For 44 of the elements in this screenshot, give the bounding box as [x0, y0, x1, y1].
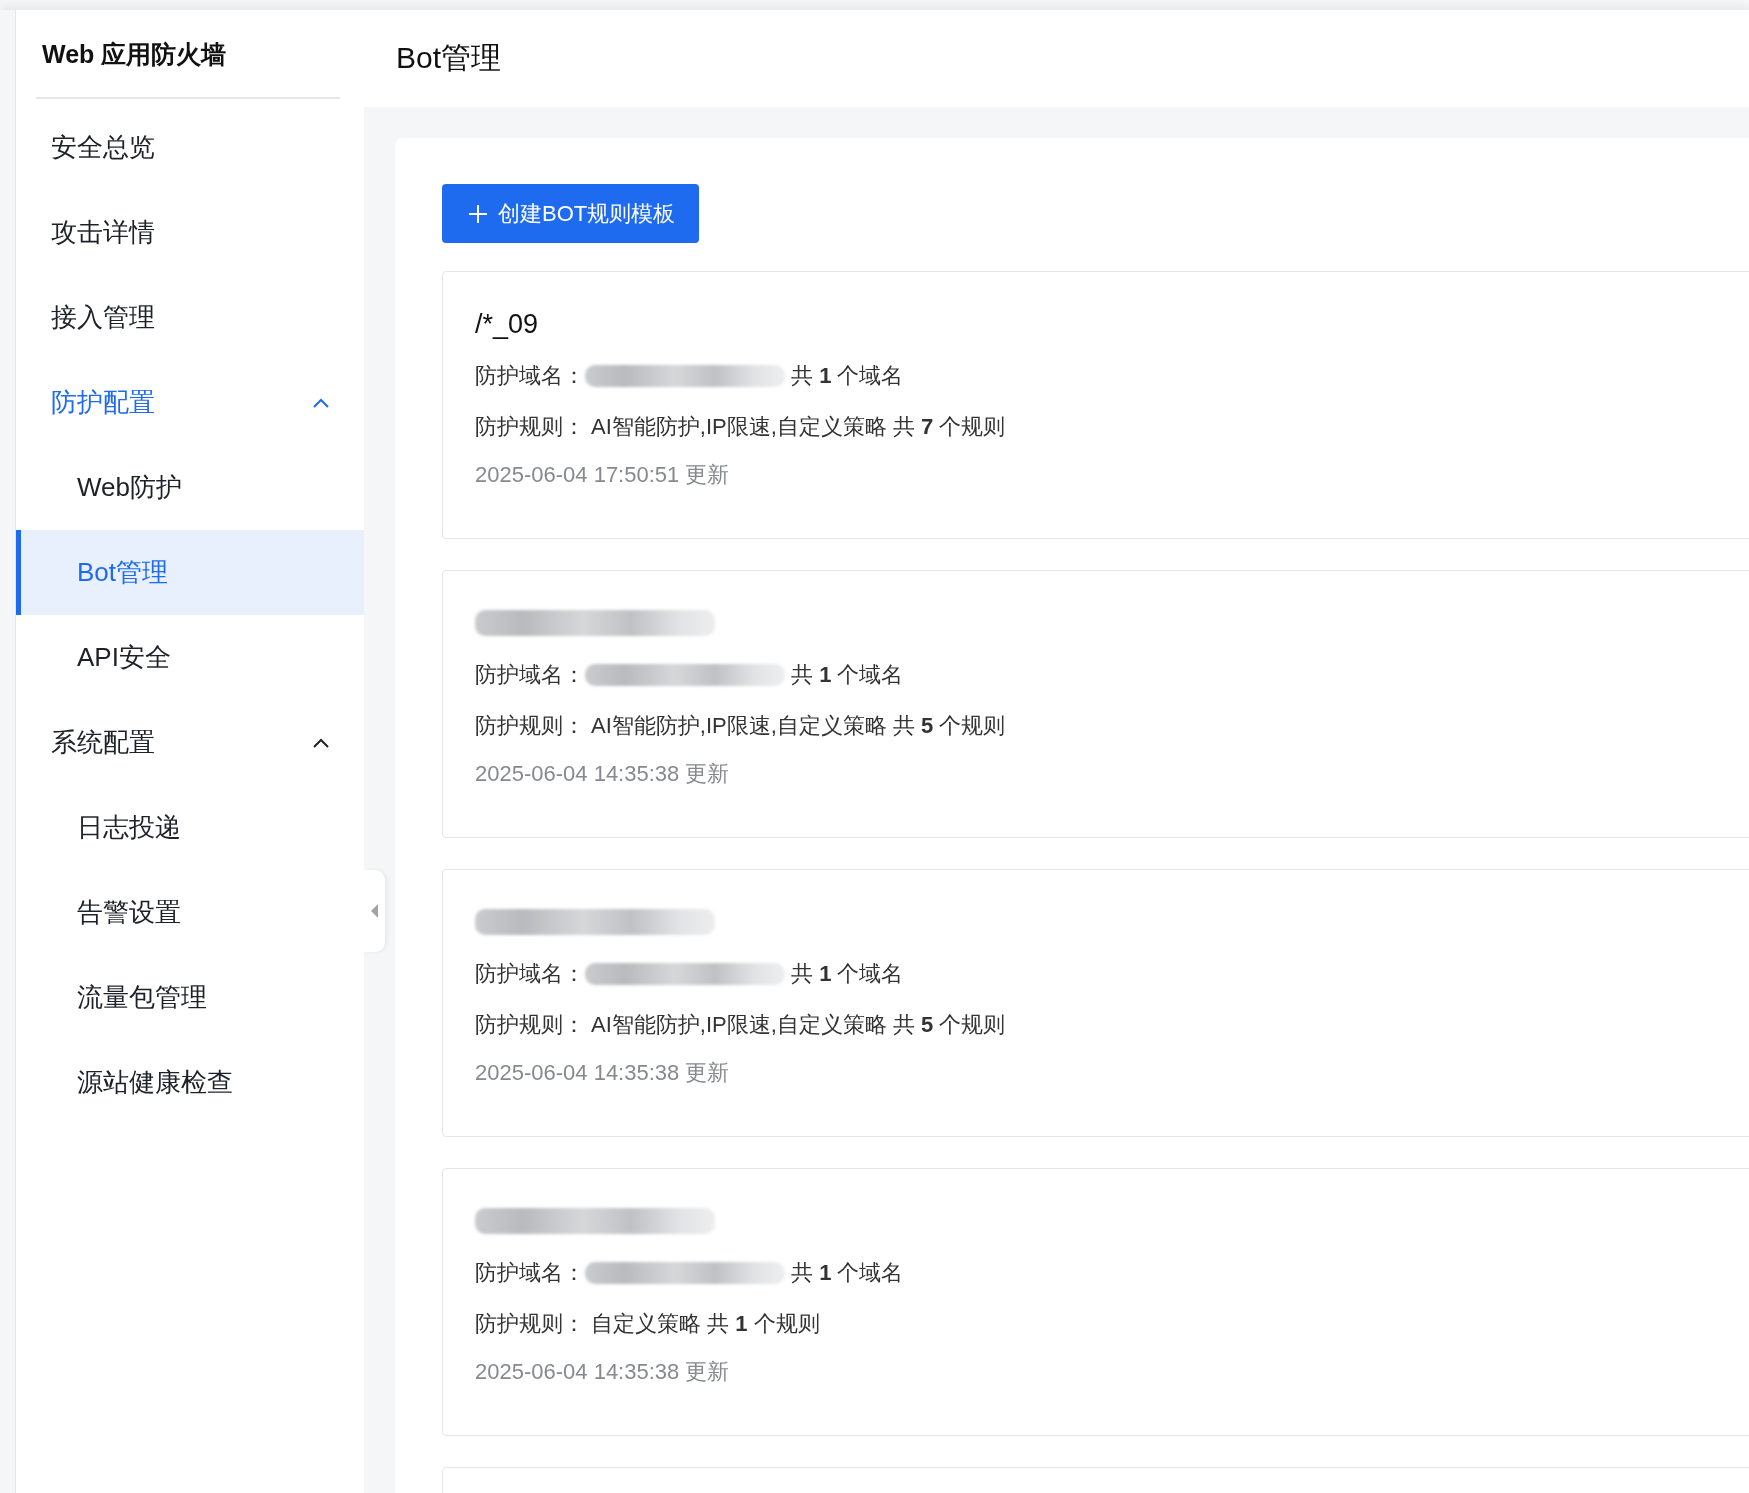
update-time: 2025-06-04 14:35:38 更新 — [475, 1358, 731, 1386]
domain-count: 共 1 个域名 — [791, 1259, 904, 1287]
collapse-handle[interactable] — [364, 870, 385, 952]
field-label: 防护域名： — [475, 362, 585, 390]
page-title: Bot管理 — [396, 40, 502, 76]
menu-item[interactable]: Bot管理 — [16, 530, 364, 615]
update-time: 2025-06-04 17:50:51 更新 — [475, 461, 731, 489]
rule-summary: AI智能防护,IP限速,自定义策略 共 7 个规则 — [591, 413, 1006, 441]
field-label: 防护规则： — [475, 1310, 585, 1338]
field-label: 防护规则： — [475, 712, 585, 740]
plus-icon — [468, 203, 488, 224]
card-title: /*_09 — [475, 308, 539, 341]
menu-item[interactable]: 系统配置 — [16, 700, 364, 785]
menu-item[interactable]: 接入管理 — [16, 275, 364, 360]
menu-item[interactable]: 告警设置 — [16, 870, 364, 955]
rule-summary: 自定义策略 共 1 个规则 — [591, 1310, 820, 1338]
field-label: 防护规则： — [475, 413, 585, 441]
domain-count: 共 1 个域名 — [791, 362, 904, 390]
rule-card[interactable]: /*_09 防护域名： 共 1 个域名 防护规则： AI智能防护,IP限速,自定义策略 共 7 个规则 2025-06-04 17:50:51 更新 — [442, 271, 1749, 539]
menu-item[interactable]: 安全总览 — [16, 105, 364, 190]
menu-item[interactable]: Web防护 — [16, 445, 364, 530]
rule-card[interactable]: 防护域名： 共 1 个域名 防护规则： AI智能防护,IP限速,自定义策略 共 5 个规则 2025-06-04 14:35:38 更新 — [442, 869, 1749, 1137]
rule-card[interactable]: 防护域名： 共 1 个域名 防护规则： 自定义策略 共 1 个规则 2025-06-04 14:35:38 更新 — [442, 1168, 1749, 1436]
menu-item[interactable]: 源站健康检查 — [16, 1040, 364, 1125]
rule-card[interactable]: 防护域名： 共 1 个域名 防护规则： AI智能防护,IP限速,自定义策略 共 5 个规则 2025-06-04 14:35:38 更新 — [442, 570, 1749, 838]
field-label: 防护域名： — [475, 960, 585, 988]
chevron-icon[interactable] — [312, 736, 330, 749]
domain-count: 共 1 个域名 — [791, 661, 904, 689]
caret-icon — [370, 904, 379, 918]
menu-item[interactable]: API安全 — [16, 615, 364, 700]
update-time: 2025-06-04 14:35:38 更新 — [475, 1059, 731, 1087]
menu-item[interactable]: 日志投递 — [16, 785, 364, 870]
menu-item[interactable]: 攻击详情 — [16, 190, 364, 275]
menu-item[interactable]: 防护配置 — [16, 360, 364, 445]
rule-summary: AI智能防护,IP限速,自定义策略 共 5 个规则 — [591, 712, 1006, 740]
field-label: 防护域名： — [475, 661, 585, 689]
menu-item[interactable]: 流量包管理 — [16, 955, 364, 1040]
field-label: 防护域名： — [475, 1259, 585, 1287]
create-button[interactable]: 创建BOT规则模板 — [442, 184, 700, 243]
field-label: 防护规则： — [475, 1011, 585, 1039]
domain-count: 共 1 个域名 — [791, 960, 904, 988]
rule-summary: AI智能防护,IP限速,自定义策略 共 5 个规则 — [591, 1011, 1006, 1039]
update-time: 2025-06-04 14:35:38 更新 — [475, 760, 731, 788]
app-title: Web 应用防火墙 — [36, 10, 340, 99]
